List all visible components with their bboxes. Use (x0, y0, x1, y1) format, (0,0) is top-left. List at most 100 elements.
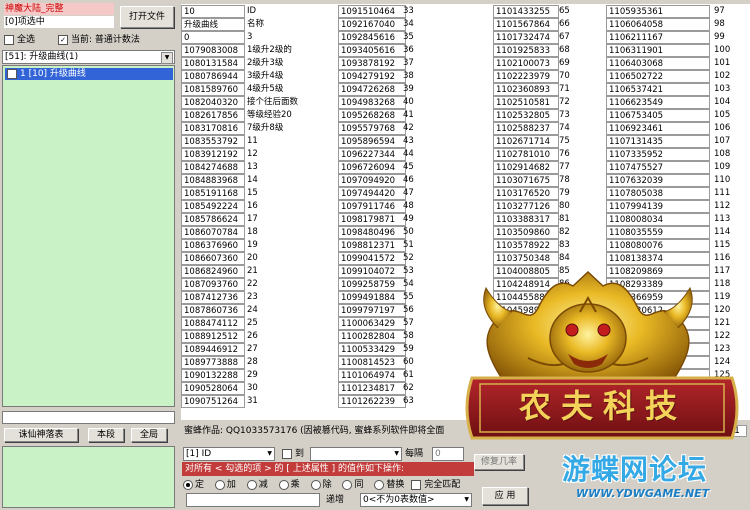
grid-value-cell[interactable]: 1087412736 (181, 291, 245, 304)
grid-value-cell[interactable]: 1101064974 (338, 369, 406, 382)
batch-button[interactable]: 修复几率 (474, 454, 524, 470)
grid-value-cell[interactable]: 1101925833 (493, 44, 559, 57)
grid-value-cell[interactable]: 1097911746 (338, 200, 406, 213)
grid-value-cell[interactable]: 1097094920 (338, 174, 406, 187)
grid-value-cell[interactable]: 1094726268 (338, 83, 406, 96)
grid-value-cell[interactable]: 1082040320 (181, 96, 245, 109)
grid-value-cell[interactable]: 1084274688 (181, 161, 245, 174)
grid-value-cell[interactable]: 1106753405 (606, 109, 710, 122)
grid-value-cell[interactable]: 1101262239 (338, 395, 406, 408)
grid-value-cell[interactable]: 1099258759 (338, 278, 406, 291)
range-to-select[interactable]: ▼ (310, 447, 402, 461)
grid-value-cell[interactable]: 1105935361 (606, 5, 710, 18)
grid-value-cell[interactable]: 1102532805 (493, 109, 559, 122)
grid-value-cell[interactable]: 1106502722 (606, 70, 710, 83)
grid-value-cell[interactable]: 1095579768 (338, 122, 406, 135)
grid-value-cell[interactable]: 1101567864 (493, 18, 559, 31)
grid-value-cell[interactable]: 1085191168 (181, 187, 245, 200)
each-value-select[interactable]: 0 (432, 447, 464, 461)
grid-value-cell[interactable]: 1106537421 (606, 83, 710, 96)
value-input[interactable] (186, 493, 320, 507)
grid-value-cell[interactable]: 1089773888 (181, 356, 245, 369)
grid-value-cell[interactable]: 1100533429 (338, 343, 406, 356)
grid-value-cell[interactable]: 1091510464 (338, 5, 406, 18)
grid-value-cell[interactable]: 1082617856 (181, 109, 245, 122)
grid-value-cell[interactable]: 1107335952 (606, 148, 710, 161)
grid-value-cell[interactable]: 1100282804 (338, 330, 406, 343)
checkbox-icon[interactable] (7, 68, 17, 79)
grid-value-cell[interactable]: 1103509860 (493, 226, 559, 239)
grid-value-cell[interactable]: 1080786944 (181, 70, 245, 83)
grid-value-cell[interactable]: 1107475527 (606, 161, 710, 174)
grid-value-cell[interactable]: 1088474112 (181, 317, 245, 330)
grid-value-cell[interactable]: 1083170816 (181, 122, 245, 135)
grid-value-cell[interactable]: 1095896594 (338, 135, 406, 148)
grid-value-cell[interactable]: 1102588237 (493, 122, 559, 135)
grid-value-cell[interactable]: 1094983268 (338, 96, 406, 109)
grid-value-cell[interactable]: 1102781010 (493, 148, 559, 161)
grid-value-cell[interactable]: 1107994139 (606, 200, 710, 213)
grid-value-cell[interactable]: 1098812371 (338, 239, 406, 252)
grid-value-cell[interactable]: 1080131584 (181, 57, 245, 70)
grid-value-cell[interactable]: 1102360893 (493, 83, 559, 96)
op-multiply-radio[interactable]: 乘 (278, 479, 300, 490)
grid-value-cell[interactable]: 1106211167 (606, 31, 710, 44)
this-section-button[interactable]: 本段 (88, 428, 124, 442)
grid-value-cell[interactable]: 1089446912 (181, 343, 245, 356)
grid-value-cell[interactable]: 1102510581 (493, 96, 559, 109)
grid-value-cell[interactable]: 1103750348 (493, 252, 559, 265)
grid-value-cell[interactable]: 0 (181, 31, 245, 44)
grid-value-cell[interactable]: 1085786624 (181, 213, 245, 226)
grid-value-cell[interactable]: 1087860736 (181, 304, 245, 317)
op-replace-radio[interactable]: 替换 (374, 479, 404, 490)
search-input[interactable] (2, 411, 175, 424)
grid-value-cell[interactable]: 1086376960 (181, 239, 245, 252)
grid-value-cell[interactable]: 1096227344 (338, 148, 406, 161)
grid-value-cell[interactable]: 1106311901 (606, 44, 710, 57)
grid-value-cell[interactable]: 1090132288 (181, 369, 245, 382)
exact-match-checkbox[interactable]: 完全匹配 (411, 479, 460, 490)
grid-value-cell[interactable]: 1098480496 (338, 226, 406, 239)
grid-value-cell[interactable]: 1084883968 (181, 174, 245, 187)
grid-value-cell[interactable]: 1106623549 (606, 96, 710, 109)
grid-value-cell[interactable]: 1092845616 (338, 31, 406, 44)
grid-value-cell[interactable]: 1106064058 (606, 18, 710, 31)
grid-value-cell[interactable]: 1086824960 (181, 265, 245, 278)
grid-value-cell[interactable]: 1101732474 (493, 31, 559, 44)
grid-value-cell[interactable]: 1093405616 (338, 44, 406, 57)
grid-value-cell[interactable]: 1101433255 (493, 5, 559, 18)
select-all-checkbox[interactable]: 全选 (4, 34, 59, 46)
grid-value-cell[interactable]: 1103071675 (493, 174, 559, 187)
grid-value-cell[interactable]: 1083912192 (181, 148, 245, 161)
grid-value-cell[interactable]: 1092167040 (338, 18, 406, 31)
grid-value-cell[interactable]: 1090751264 (181, 395, 245, 408)
grid-value-cell[interactable]: 1096726094 (338, 161, 406, 174)
grid-value-cell[interactable]: 1102100073 (493, 57, 559, 70)
grid-value-cell[interactable]: 1102914682 (493, 161, 559, 174)
grid-value-cell[interactable]: 1099041572 (338, 252, 406, 265)
grid-value-cell[interactable]: 1103176520 (493, 187, 559, 200)
grid-value-cell[interactable]: 1097494420 (338, 187, 406, 200)
grid-value-cell[interactable]: 1103277126 (493, 200, 559, 213)
grid-value-cell[interactable]: 1086070784 (181, 226, 245, 239)
grid-value-cell[interactable]: 1086607360 (181, 252, 245, 265)
grid-value-cell[interactable]: 1108008034 (606, 213, 710, 226)
drop-table-button[interactable]: 诛仙神落表 (4, 428, 78, 442)
op-divide-radio[interactable]: 除 (310, 479, 332, 490)
grid-value-cell[interactable]: 1107632039 (606, 174, 710, 187)
grid-value-cell[interactable]: 1108138374 (606, 252, 710, 265)
grid-value-cell[interactable]: 1087093760 (181, 278, 245, 291)
operation-radio-group[interactable]: 定 加 减 乘 除 同 替换 完全匹配 (183, 479, 483, 492)
grid-value-cell[interactable]: 1106403068 (606, 57, 710, 70)
grid-value-cell[interactable]: 1088912512 (181, 330, 245, 343)
grid-value-cell[interactable]: 1090528064 (181, 382, 245, 395)
category-select[interactable]: [51]: 升级曲线(1) ▼ (2, 50, 175, 64)
range-to-checkbox[interactable]: 到 (282, 448, 310, 460)
grid-value-cell[interactable]: 1079083008 (181, 44, 245, 57)
grid-value-cell[interactable]: 1085492224 (181, 200, 245, 213)
grid-value-cell[interactable]: 1101234817 (338, 382, 406, 395)
op-same-radio[interactable]: 同 (342, 479, 363, 490)
op-add-radio[interactable]: 加 (214, 479, 236, 490)
op-subtract-radio[interactable]: 减 (246, 479, 268, 490)
grid-value-cell[interactable]: 1098179871 (338, 213, 406, 226)
